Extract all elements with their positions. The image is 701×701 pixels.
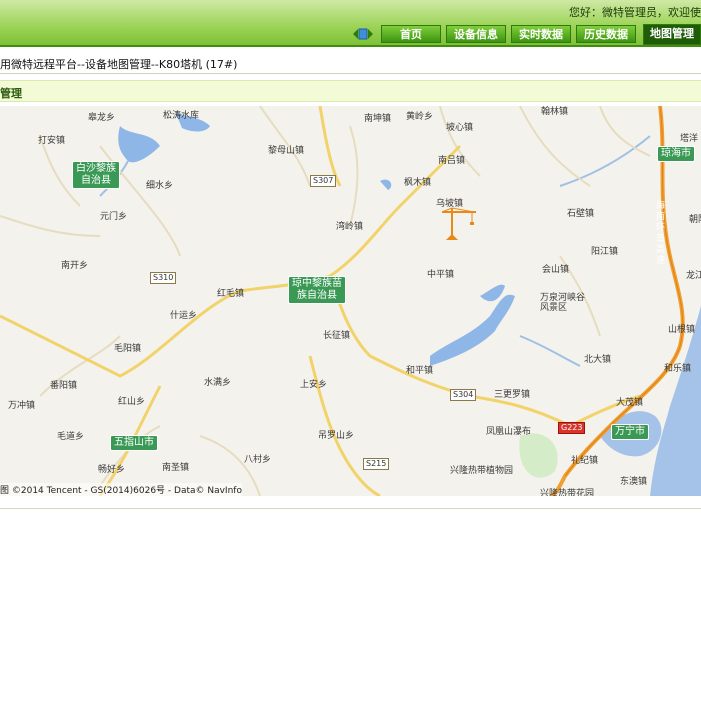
map-copyright: 图 ©2014 Tencent - GS(2014)6026号 - Data© … (0, 483, 242, 496)
place-label: 礼纪镇 (571, 456, 599, 466)
road-shield: S310 (150, 272, 177, 284)
tab-history-data[interactable]: 历史数据 (576, 25, 636, 43)
top-header: 您好：微特管理员，欢迎使 首页 设备信息 实时数据 历史数据 地图管理 (0, 0, 701, 47)
user-greeting: 您好：微特管理员，欢迎使 (569, 6, 701, 19)
place-label: 红山乡 (118, 397, 146, 407)
tab-map-management[interactable]: 地图管理 (643, 24, 701, 45)
place-label: 万泉河峡谷风景区 (540, 293, 586, 313)
place-label: 毛阳镇 (114, 344, 142, 354)
place-label: 红毛镇 (217, 289, 245, 299)
title-divider (0, 73, 701, 74)
place-label: 北大镇 (584, 355, 612, 365)
place-label: 松涛水库 (163, 111, 200, 121)
tab-realtime-data[interactable]: 实时数据 (511, 25, 571, 43)
place-label: 黄岭乡 (406, 112, 434, 122)
place-label: 黎母山镇 (268, 146, 305, 156)
place-label: 南吕镇 (438, 156, 466, 166)
place-label: 南坤镇 (364, 114, 392, 124)
page-title: 用微特远程平台--设备地图管理--K80塔机 (17#) (0, 58, 238, 71)
road-shield: G223 (558, 422, 586, 434)
place-label: 山根镇 (668, 325, 696, 335)
place-label: 畅好乡 (98, 465, 126, 475)
place-label: 大茂镇 (616, 398, 644, 408)
place-label: 东澳镇 (620, 477, 648, 487)
place-label: 和乐镇 (664, 364, 692, 374)
place-label: 翰林镇 (541, 107, 569, 117)
place-label: 番阳镇 (50, 381, 78, 391)
place-label: 打安镇 (38, 136, 66, 146)
road-shield: S304 (450, 389, 477, 401)
expressway-label: 海南环岛高速 (656, 201, 666, 266)
place-label: 皋龙乡 (88, 113, 116, 123)
place-label: 凤凰山瀑布 (486, 427, 532, 437)
place-label: 塔洋 (680, 134, 699, 144)
place-label: 湾岭镇 (336, 222, 364, 232)
place-label: 坡心镇 (446, 123, 474, 133)
place-label: 石壁镇 (567, 209, 595, 219)
place-label: 八村乡 (244, 455, 272, 465)
place-label: 毛道乡 (57, 432, 85, 442)
place-label: 中平镇 (427, 270, 455, 280)
header-divider (0, 45, 701, 47)
place-label: 三更罗镇 (494, 390, 531, 400)
tab-device-info[interactable]: 设备信息 (446, 25, 506, 43)
place-label: 朝阳 (689, 215, 701, 225)
city-badge: 琼海市 (657, 146, 695, 162)
place-label: 南开乡 (61, 261, 89, 271)
place-label: 龙江 (686, 271, 701, 281)
place-label: 吊罗山乡 (318, 431, 355, 441)
city-badge: 五指山市 (110, 435, 158, 451)
place-label: 阳江镇 (591, 247, 619, 257)
place-label: 会山镇 (542, 265, 570, 275)
place-label: 兴隆热带花园 (540, 489, 595, 496)
place-label: 南圣镇 (162, 463, 190, 473)
bottom-divider (0, 508, 701, 509)
place-label: 兴隆热带植物园 (450, 466, 514, 476)
road-shield: S215 (363, 458, 390, 470)
city-badge: 白沙黎族自治县 (72, 161, 120, 189)
place-label: 上安乡 (300, 380, 328, 390)
place-label: 万冲镇 (8, 401, 36, 411)
section-label: 管理 (0, 87, 22, 100)
place-label: 枫木镇 (404, 178, 432, 188)
tab-home[interactable]: 首页 (381, 25, 441, 43)
road-shield: S307 (310, 175, 337, 187)
tower-crane-icon[interactable] (440, 206, 480, 242)
place-label: 和平镇 (406, 366, 434, 376)
place-label: 细水乡 (146, 181, 174, 191)
map-view[interactable]: 皋龙乡 松涛水库 打安镇 南坤镇 黄岭乡 坡心镇 翰林镇 塔洋 黎母山镇 南吕镇… (0, 106, 701, 496)
place-label: 元门乡 (100, 212, 128, 222)
place-label: 水满乡 (204, 378, 232, 388)
nav-scroll-icon[interactable] (352, 26, 374, 42)
section-bar: 管理 (0, 80, 701, 102)
city-badge: 万宁市 (611, 424, 649, 440)
place-label: 长征镇 (323, 331, 351, 341)
place-label: 什运乡 (170, 311, 198, 321)
city-badge: 琼中黎族苗族自治县 (288, 276, 346, 304)
